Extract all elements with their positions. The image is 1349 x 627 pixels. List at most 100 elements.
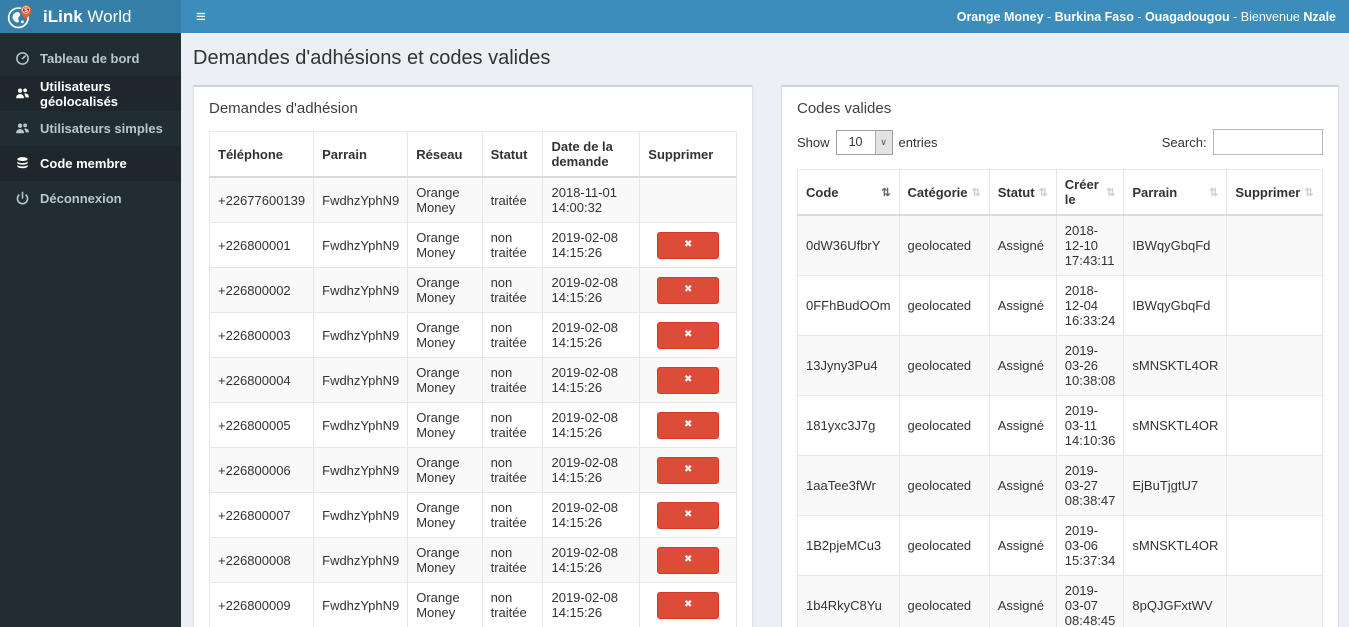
sort-icon: ⇅ bbox=[1038, 186, 1048, 199]
table-row: 0dW36UfbrY geolocated Assigné 2018-12-10… bbox=[797, 214, 1323, 276]
database-icon bbox=[15, 156, 30, 171]
close-icon: ✖ bbox=[683, 239, 693, 250]
delete-button[interactable]: ✖ bbox=[657, 231, 720, 259]
table-row: 0FFhBudOOm geolocated Assigné 2018-12-04… bbox=[797, 275, 1323, 336]
reseau-cell: Orange Money bbox=[407, 176, 483, 223]
supprimer-cell bbox=[1226, 214, 1323, 276]
creer-le-cell: 2019-03-11 14:10:36 bbox=[1055, 395, 1125, 456]
statut-cell: non traitée bbox=[481, 312, 544, 358]
table-row: +226800007 FwdhzYphN9 Orange Money non t… bbox=[208, 492, 737, 538]
delete-button[interactable]: ✖ bbox=[657, 276, 720, 304]
delete-button[interactable]: ✖ bbox=[657, 366, 720, 394]
categorie-cell: geolocated bbox=[898, 395, 990, 456]
supprimer-cell bbox=[1226, 455, 1323, 516]
sidebar-item-deconnexion[interactable]: Déconnexion bbox=[0, 181, 181, 216]
phone-cell: +226800009 bbox=[208, 582, 315, 627]
parrain-cell: sMNSKTL4OR bbox=[1123, 395, 1228, 456]
creer-le-cell: 2019-03-27 08:38:47 bbox=[1055, 455, 1125, 516]
parrain-cell: FwdhzYphN9 bbox=[313, 447, 409, 493]
col-parrain-sortable[interactable]: Parrain ⇅ bbox=[1123, 169, 1228, 216]
close-icon: ✖ bbox=[683, 329, 693, 340]
reseau-cell: Orange Money bbox=[407, 357, 483, 403]
sidebar-item-code-membre[interactable]: Code membre bbox=[0, 146, 181, 181]
supprimer-cell bbox=[1226, 575, 1323, 627]
col-categorie-sortable[interactable]: Catégorie ⇅ bbox=[898, 169, 990, 216]
globe-pin-logo-icon: $ bbox=[7, 3, 34, 30]
code-cell: 1b4RkyC8Yu bbox=[797, 575, 900, 627]
phone-cell: +226800007 bbox=[208, 492, 315, 538]
page-size-select[interactable]: 10 ∨ bbox=[835, 129, 893, 155]
col-statut-sortable[interactable]: Statut ⇅ bbox=[988, 169, 1057, 216]
table-row: 181yxc3J7g geolocated Assigné 2019-03-11… bbox=[797, 395, 1323, 456]
delete-button[interactable]: ✖ bbox=[657, 501, 720, 529]
reseau-cell: Orange Money bbox=[407, 267, 483, 313]
supprimer-cell: ✖ bbox=[639, 176, 737, 223]
table-row: +22677600139 FwdhzYphN9 Orange Money tra… bbox=[208, 176, 737, 223]
col-supprimer-sortable[interactable]: Supprimer ⇅ bbox=[1226, 169, 1323, 216]
close-icon: ✖ bbox=[683, 419, 693, 430]
codes-valides-panel: Codes valides Show 10 ∨ entries Search: bbox=[781, 85, 1339, 627]
delete-button[interactable]: ✖ bbox=[657, 321, 720, 349]
page-size-value: 10 bbox=[848, 135, 863, 149]
supprimer-cell: ✖ bbox=[639, 357, 737, 403]
date-cell: 2019-02-08 14:15:26 bbox=[542, 312, 641, 358]
reseau-cell: Orange Money bbox=[407, 312, 483, 358]
phone-cell: +22677600139 bbox=[208, 176, 315, 223]
col-code-sortable[interactable]: Code ⇅ bbox=[797, 169, 900, 216]
delete-button[interactable]: ✖ bbox=[657, 546, 720, 574]
parrain-cell: sMNSKTL4OR bbox=[1123, 515, 1228, 576]
sort-icon: ⇅ bbox=[1209, 186, 1219, 199]
supprimer-cell: ✖ bbox=[639, 267, 737, 313]
supprimer-cell: ✖ bbox=[639, 537, 737, 583]
supprimer-cell bbox=[1226, 515, 1323, 576]
dashboard-icon bbox=[15, 51, 30, 66]
top-navbar: $ iLink World ≡ Orange Money - Burkina F… bbox=[0, 0, 1349, 33]
date-cell: 2019-02-08 14:15:26 bbox=[542, 357, 641, 403]
col-statut: Statut bbox=[481, 131, 544, 178]
close-icon: ✖ bbox=[683, 599, 693, 610]
creer-le-cell: 2019-03-06 15:37:34 bbox=[1055, 515, 1125, 576]
sidebar-item-utilisateurs-geolocalises[interactable]: Utilisateurs géolocalisés bbox=[0, 76, 181, 111]
categorie-cell: geolocated bbox=[898, 335, 990, 396]
statut-cell: traitée bbox=[481, 176, 544, 223]
reseau-cell: Orange Money bbox=[407, 222, 483, 268]
reseau-cell: Orange Money bbox=[407, 402, 483, 448]
supprimer-cell bbox=[1226, 275, 1323, 336]
sidebar-toggle-button[interactable]: ≡ bbox=[181, 0, 221, 33]
table-row: +226800001 FwdhzYphN9 Orange Money non t… bbox=[208, 222, 737, 268]
delete-button[interactable]: ✖ bbox=[657, 411, 720, 439]
codes-panel-title: Codes valides bbox=[797, 100, 892, 117]
table-row: +226800004 FwdhzYphN9 Orange Money non t… bbox=[208, 357, 737, 403]
statut-cell: non traitée bbox=[481, 222, 544, 268]
date-cell: 2019-02-08 14:15:26 bbox=[542, 492, 641, 538]
parrain-cell: FwdhzYphN9 bbox=[313, 537, 409, 583]
parrain-cell: FwdhzYphN9 bbox=[313, 267, 409, 313]
page-title: Demandes d'adhésions et codes valides bbox=[193, 47, 551, 69]
table-row: 1b4RkyC8Yu geolocated Assigné 2019-03-07… bbox=[797, 575, 1323, 627]
phone-cell: +226800004 bbox=[208, 357, 315, 403]
parrain-cell: IBWqyGbqFd bbox=[1123, 214, 1228, 276]
brand[interactable]: $ iLink World bbox=[0, 0, 181, 33]
sort-icon: ⇅ bbox=[971, 186, 981, 199]
code-cell: 13Jyny3Pu4 bbox=[797, 335, 900, 396]
hamburger-icon: ≡ bbox=[196, 7, 206, 26]
table-row: +226800002 FwdhzYphN9 Orange Money non t… bbox=[208, 267, 737, 313]
date-cell: 2019-02-08 14:15:26 bbox=[542, 267, 641, 313]
delete-button[interactable]: ✖ bbox=[657, 456, 720, 484]
col-creer-le-sortable[interactable]: Créer le ⇅ bbox=[1055, 169, 1125, 216]
chevron-down-icon: ∨ bbox=[874, 130, 892, 154]
close-icon: ✖ bbox=[683, 554, 693, 565]
sidebar-item-tableau-de-bord[interactable]: Tableau de bord bbox=[0, 41, 181, 76]
sidebar-item-label: Déconnexion bbox=[40, 191, 122, 206]
demandes-header-row: Téléphone Parrain Réseau Statut Date de … bbox=[208, 131, 737, 178]
categorie-cell: geolocated bbox=[898, 455, 990, 516]
search-input[interactable] bbox=[1212, 129, 1323, 155]
sort-icon: ⇅ bbox=[1304, 186, 1314, 199]
table-row: +226800003 FwdhzYphN9 Orange Money non t… bbox=[208, 312, 737, 358]
parrain-cell: sMNSKTL4OR bbox=[1123, 335, 1228, 396]
sort-asc-icon: ⇅ bbox=[881, 186, 891, 199]
categorie-cell: geolocated bbox=[898, 575, 990, 627]
statut-cell: non traitée bbox=[481, 267, 544, 313]
sidebar-item-utilisateurs-simples[interactable]: Utilisateurs simples bbox=[0, 111, 181, 146]
delete-button[interactable]: ✖ bbox=[657, 591, 720, 619]
